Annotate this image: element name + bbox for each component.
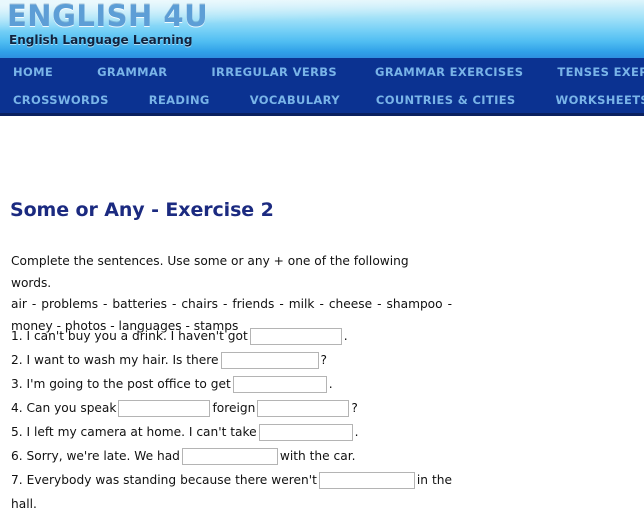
question-1-text-before: 1. I can't buy you a drink. I haven't go…: [11, 329, 248, 343]
question-4-text-after: ?: [351, 401, 358, 415]
question-7-text-before: 7. Everybody was standing because there …: [11, 473, 317, 487]
question-1: 1. I can't buy you a drink. I haven't go…: [11, 324, 452, 348]
nav-item-reading[interactable]: READING: [149, 93, 210, 107]
main-navigation: HOME GRAMMAR IRREGULAR VERBS GRAMMAR EXE…: [0, 58, 644, 116]
question-5-text-before: 5. I left my camera at home. I can't tak…: [11, 425, 257, 439]
nav-row-primary: HOME GRAMMAR IRREGULAR VERBS GRAMMAR EXE…: [0, 58, 644, 86]
page-title: Some or Any - Exercise 2: [10, 199, 274, 221]
answer-input-7[interactable]: [318, 472, 415, 489]
site-header-banner: ENGLISH 4U English Language Learning: [0, 0, 644, 58]
nav-item-countries-cities[interactable]: COUNTRIES & CITIES: [376, 93, 516, 107]
answer-input-5[interactable]: [258, 424, 353, 441]
nav-item-tenses-exercises[interactable]: TENSES EXERCISES: [557, 65, 644, 79]
nav-item-home[interactable]: HOME: [13, 65, 53, 79]
question-7: 7. Everybody was standing because there …: [11, 468, 452, 514]
question-1-text-after: .: [343, 329, 348, 343]
question-6: 6. Sorry, we're late. We had with the car…: [11, 444, 452, 468]
nav-item-irregular-verbs[interactable]: IRREGULAR VERBS: [211, 65, 337, 79]
question-2-text-after: ?: [320, 353, 327, 367]
question-6-text-after: with the car.: [279, 449, 356, 463]
word-bank-line-1: air - problems - batteries - chairs - fr…: [11, 297, 452, 311]
question-3-text-before: 3. I'm going to the post office to get: [11, 377, 231, 391]
site-logo-subtitle: English Language Learning: [9, 33, 193, 47]
question-4-text-mid: foreign: [212, 401, 256, 415]
nav-row-secondary: CROSSWORDS READING VOCABULARY COUNTRIES …: [0, 86, 644, 113]
question-5: 5. I left my camera at home. I can't tak…: [11, 420, 452, 444]
question-6-text-before: 6. Sorry, we're late. We had: [11, 449, 180, 463]
question-3: 3. I'm going to the post office to get.: [11, 372, 452, 396]
question-2-text-before: 2. I want to wash my hair. Is there: [11, 353, 219, 367]
question-4-text-before: 4. Can you speak: [11, 401, 117, 415]
nav-item-grammar-exercises[interactable]: GRAMMAR EXERCISES: [375, 65, 523, 79]
answer-input-6[interactable]: [181, 448, 278, 465]
answer-input-1[interactable]: [249, 328, 342, 345]
question-2: 2. I want to wash my hair. Is there?: [11, 348, 452, 372]
answer-input-4b[interactable]: [257, 400, 350, 417]
site-logo-title: ENGLISH 4U: [7, 0, 209, 33]
answer-input-3[interactable]: [232, 376, 327, 393]
question-3-text-after: .: [328, 377, 333, 391]
nav-item-vocabulary[interactable]: VOCABULARY: [250, 93, 340, 107]
answer-input-4a[interactable]: [118, 400, 211, 417]
instruction-text: Complete the sentences. Use some or any …: [11, 254, 409, 290]
nav-item-grammar[interactable]: GRAMMAR: [97, 65, 167, 79]
question-list: 1. I can't buy you a drink. I haven't go…: [11, 324, 452, 514]
nav-item-crosswords[interactable]: CROSSWORDS: [13, 93, 109, 107]
nav-item-worksheets[interactable]: WORKSHEETS: [556, 93, 644, 107]
question-4: 4. Can you speak foreign?: [11, 396, 452, 420]
answer-input-2[interactable]: [220, 352, 319, 369]
question-5-text-after: .: [354, 425, 359, 439]
